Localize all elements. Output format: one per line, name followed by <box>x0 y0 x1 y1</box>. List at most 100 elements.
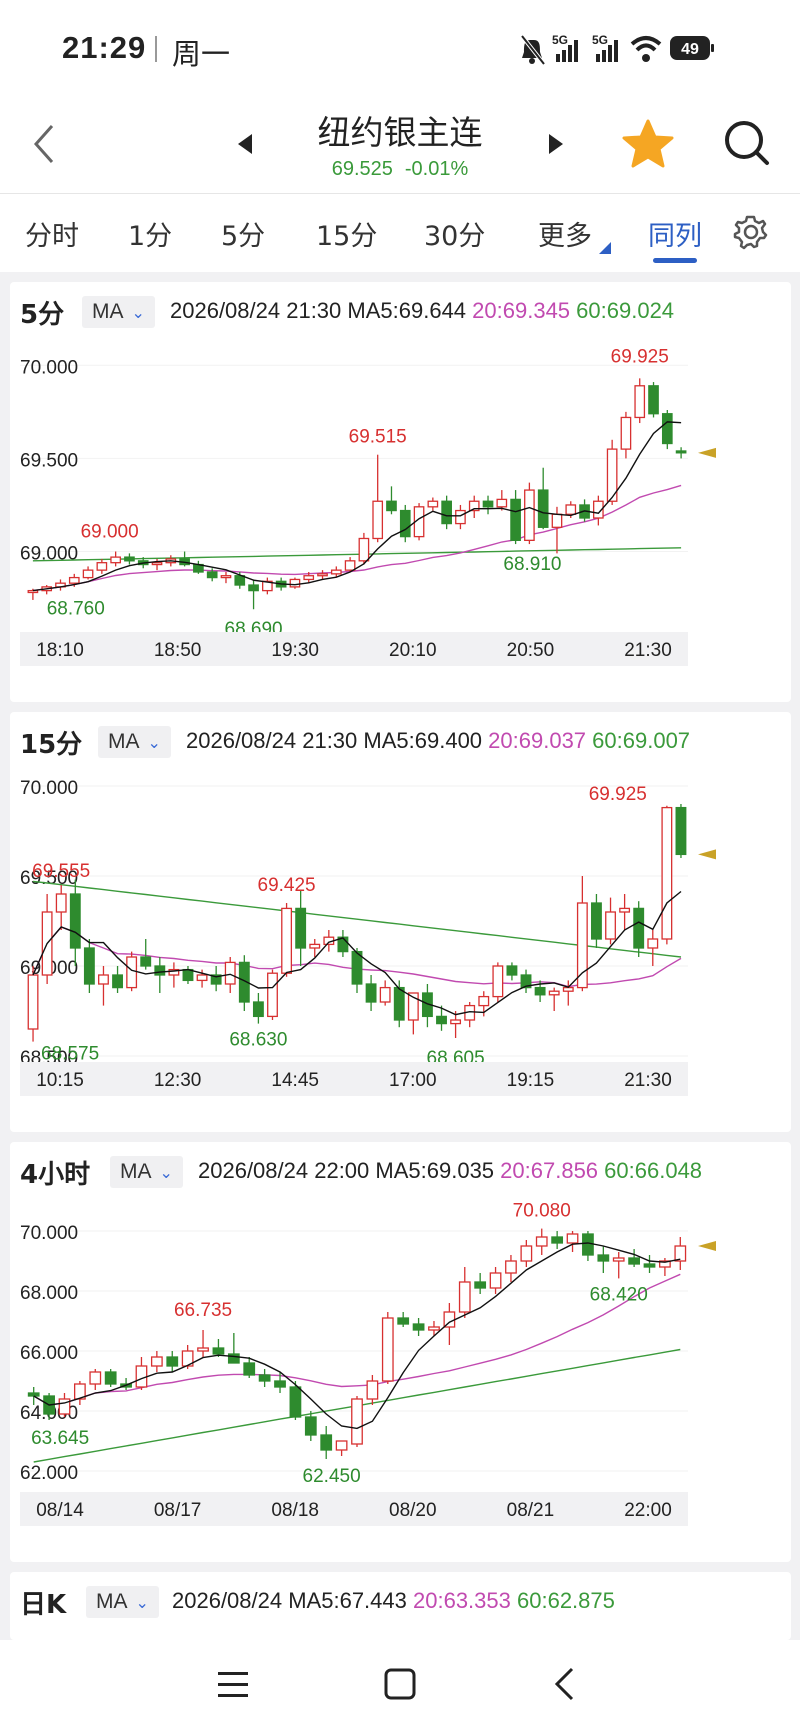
candle-up <box>68 576 80 584</box>
indicator-label: MA <box>92 300 124 323</box>
price-annotation: 69.515 <box>349 427 407 448</box>
signal-5g-icon-1: 5G <box>552 33 578 62</box>
x-axis-label: 08/14 <box>36 1500 84 1521</box>
candle-down <box>386 500 397 512</box>
indicator-select[interactable]: MA ⌄ <box>110 1156 183 1188</box>
price-change: -0.01% <box>404 158 469 180</box>
tab-more[interactable]: 更多 <box>538 214 592 253</box>
y-axis-label: 68.000 <box>20 1283 78 1304</box>
settings-gear-icon[interactable] <box>733 214 769 250</box>
candle-up <box>620 416 632 450</box>
price-quote: 69.525 -0.01% <box>0 158 800 181</box>
candle-up <box>565 504 577 515</box>
x-axis-label: 12:30 <box>154 1070 202 1091</box>
back-icon[interactable] <box>552 1666 578 1702</box>
candle-up <box>135 1365 148 1388</box>
chart-datetime: 2026/08/24 <box>172 1588 283 1613</box>
search-icon[interactable] <box>722 118 770 170</box>
candle-down <box>633 907 645 949</box>
x-axis-label: 10:15 <box>36 1070 84 1091</box>
price-annotation: 68.760 <box>47 598 105 619</box>
chevron-down-icon: ⌄ <box>147 735 161 752</box>
candle-down <box>248 584 259 592</box>
x-axis-label: 08/18 <box>271 1500 319 1521</box>
tab-compare[interactable]: 同列 <box>648 214 702 253</box>
candle-up <box>358 537 370 562</box>
ma60-value: 60:62.875 <box>517 1588 615 1613</box>
candle-up <box>605 911 616 940</box>
page-title: 纽约银主连 <box>317 113 483 152</box>
chart-period: 5分 <box>20 300 65 330</box>
favorite-star-icon[interactable] <box>622 118 674 170</box>
candle-up <box>489 1272 502 1289</box>
candle-down <box>289 1386 302 1418</box>
candle-down <box>675 450 687 454</box>
svg-text:5G: 5G <box>552 33 568 47</box>
more-dropdown-triangle-icon <box>599 242 611 254</box>
candle-down <box>436 1015 447 1025</box>
candle-up <box>27 589 39 594</box>
tab-1min[interactable]: 1分 <box>128 214 172 253</box>
y-axis-label: 70.000 <box>20 778 78 799</box>
tab-30min[interactable]: 30分 <box>424 214 485 253</box>
candlestick-chart-5min[interactable]: 70.000 69.500 69.000 69.925 69.515 69.000 68.7… <box>10 334 791 692</box>
tab-15min[interactable]: 15分 <box>316 214 377 253</box>
x-axis-label: 21:30 <box>624 1070 672 1091</box>
candle-down <box>551 1236 564 1244</box>
candle-up <box>96 562 108 571</box>
candle-up <box>427 500 439 508</box>
price-annotation: 69.425 <box>258 875 316 896</box>
candle-up <box>303 575 315 581</box>
indicator-select[interactable]: MA ⌄ <box>86 1586 159 1618</box>
price-annotation: 68.575 <box>41 1044 99 1065</box>
y-axis-label: 62.000 <box>20 1463 78 1484</box>
candle-down <box>206 571 218 579</box>
candle-up <box>576 902 588 989</box>
candle-down <box>597 1254 610 1262</box>
price-annotation: 66.735 <box>174 1300 232 1321</box>
candle-down <box>412 1323 425 1331</box>
candle-down <box>661 413 673 445</box>
menu-icon[interactable] <box>216 1668 252 1702</box>
home-icon[interactable] <box>382 1666 418 1702</box>
candle-down <box>227 1353 240 1364</box>
candle-up <box>55 893 67 913</box>
candle-down <box>582 1233 594 1256</box>
last-price: 69.525 <box>331 158 393 180</box>
candlestick-chart-15min[interactable]: 70.00069.50069.00068.50069.92569.42569.5… <box>10 764 791 1122</box>
tab-timeshare[interactable]: 分时 <box>25 214 79 253</box>
candle-up <box>289 578 301 588</box>
price-annotation: 68.910 <box>503 554 561 575</box>
chart-info: 2026/08/24 21:30 MA5:69.644 20:69.345 60… <box>170 298 674 324</box>
candle-up <box>674 1245 687 1262</box>
candle-down <box>154 965 166 976</box>
price-annotation: 68.630 <box>229 1030 287 1051</box>
indicator-select[interactable]: MA ⌄ <box>82 296 155 328</box>
candlestick-chart-4h[interactable]: 70.00068.00066.00064.00062.00070.08066.7… <box>10 1194 791 1552</box>
candle-up <box>458 1281 471 1313</box>
chart-period: 日K <box>20 1590 67 1620</box>
chevron-down-icon: ⌄ <box>135 1595 149 1612</box>
status-time: 21:29 <box>62 30 147 65</box>
chart-header: 5分 MA ⌄ 2026/08/24 21:30 MA5:69.644 20:69… <box>20 294 790 330</box>
status-day: 周一 <box>172 37 231 71</box>
candle-down <box>320 1434 333 1451</box>
last-price-marker <box>698 447 716 458</box>
candle-up <box>351 1398 363 1445</box>
candle-down <box>365 983 377 1003</box>
tab-5min[interactable]: 5分 <box>221 214 265 253</box>
candle-up <box>344 560 356 571</box>
price-annotation: 69.555 <box>32 861 90 882</box>
candle-up <box>89 1371 102 1385</box>
ma5-value: MA5:67.443 <box>288 1588 407 1613</box>
price-annotation: 70.080 <box>513 1201 571 1222</box>
x-axis-label: 20:50 <box>507 640 555 661</box>
candle-down <box>258 1374 271 1382</box>
chevron-down-icon: ⌄ <box>131 305 145 322</box>
candle-down <box>534 986 546 996</box>
candle-up <box>366 1380 379 1400</box>
candle-down <box>441 500 452 525</box>
y-axis-label: 70.000 <box>20 1223 78 1244</box>
next-contract-arrow-icon[interactable] <box>547 134 563 154</box>
indicator-select[interactable]: MA ⌄ <box>98 726 171 758</box>
